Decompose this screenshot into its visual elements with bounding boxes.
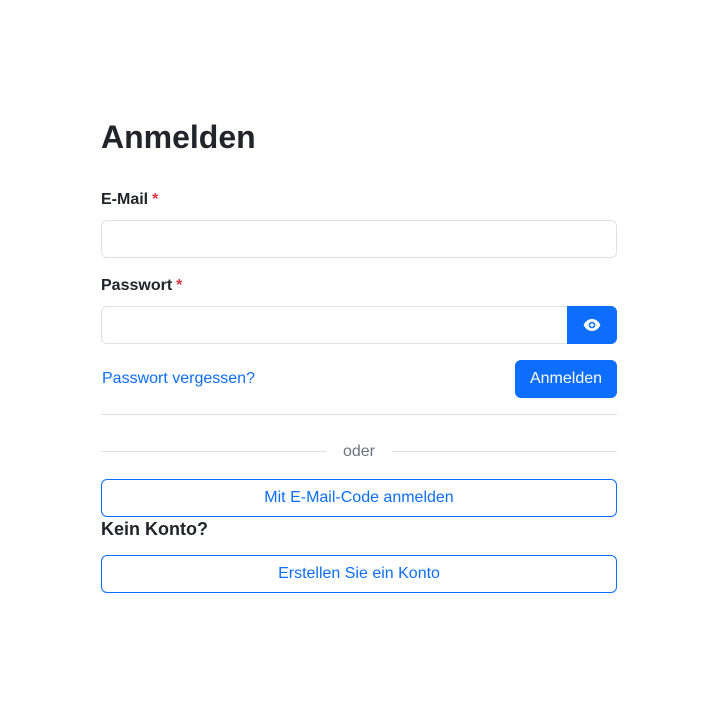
password-field[interactable]: [101, 306, 568, 344]
email-field[interactable]: [101, 220, 617, 258]
show-password-button[interactable]: [567, 306, 617, 344]
separator-line-left: [101, 451, 326, 452]
required-marker: *: [176, 277, 183, 294]
separator-line-right: [392, 451, 617, 452]
page-title: Anmelden: [101, 119, 256, 155]
forgot-password-link[interactable]: Passwort vergessen?: [102, 369, 255, 389]
no-account-heading: Kein Konto?: [101, 519, 208, 539]
email-code-login-button[interactable]: Mit E-Mail-Code anmelden: [101, 479, 617, 517]
required-marker: *: [152, 191, 159, 208]
login-button[interactable]: Anmelden: [515, 360, 617, 398]
divider: [101, 414, 617, 415]
password-label: Passwort *: [101, 276, 182, 296]
separator-text: oder: [342, 443, 376, 460]
password-label-text: Passwort: [101, 277, 173, 294]
create-account-button[interactable]: Erstellen Sie ein Konto: [101, 555, 617, 593]
email-label: E-Mail *: [101, 190, 158, 210]
email-label-text: E-Mail: [101, 191, 149, 208]
eye-icon: [583, 319, 601, 331]
